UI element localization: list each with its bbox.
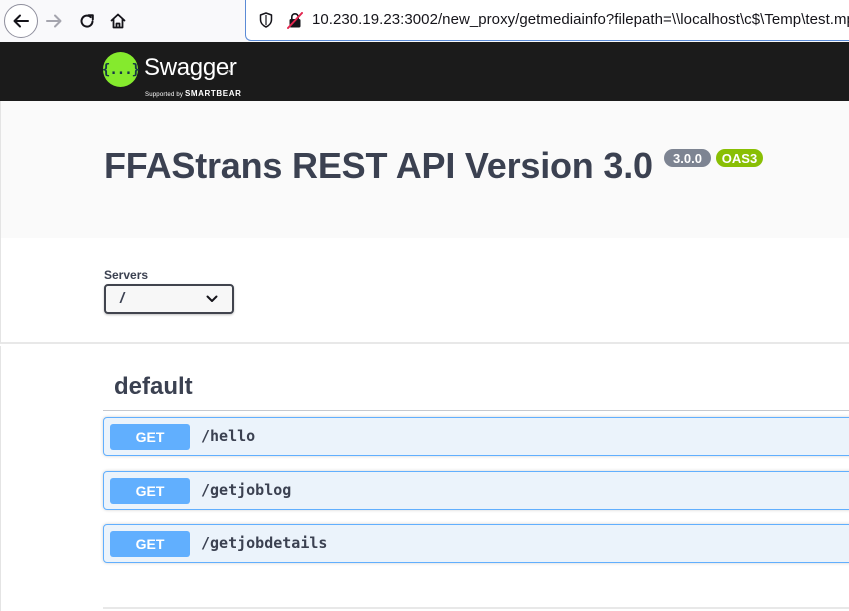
- method-badge: GET: [110, 424, 190, 450]
- reload-button[interactable]: [70, 4, 104, 38]
- tag-divider: [103, 410, 849, 411]
- arrow-left-icon: [13, 14, 29, 28]
- supported-by-text: Supported by SMARTBEAR: [145, 89, 242, 98]
- oas-badge: OAS3: [716, 149, 763, 167]
- swagger-logo-icon[interactable]: {...}: [102, 52, 140, 87]
- reload-icon: [80, 14, 94, 28]
- home-icon: [110, 13, 126, 29]
- api-title: FFAStrans REST API Version 3.0: [104, 145, 653, 186]
- home-button[interactable]: [101, 4, 135, 38]
- insecure-lock-icon[interactable]: [287, 12, 303, 29]
- back-button[interactable]: [4, 4, 38, 38]
- opblock-get-getjobdetails[interactable]: GET /getjobdetails: [103, 524, 849, 563]
- servers-label: Servers: [104, 268, 149, 282]
- method-badge: GET: [110, 531, 190, 557]
- server-selected-value: /: [120, 290, 125, 307]
- version-badge: 3.0.0: [664, 149, 711, 167]
- api-info: FFAStrans REST API Version 3.0 3.0.0 OAS…: [0, 101, 849, 238]
- forward-button[interactable]: [37, 4, 71, 38]
- operation-path: /getjoblog: [201, 481, 292, 499]
- servers-select[interactable]: /: [104, 284, 234, 314]
- browser-toolbar: 10.230.19.23:3002/new_proxy/getmediainfo…: [0, 0, 849, 42]
- swagger-topbar: {...} Swagger ™ Supported by SMARTBEAR: [0, 42, 849, 101]
- operation-path: /hello: [201, 427, 256, 445]
- method-badge: GET: [110, 478, 190, 504]
- operations-section: default GET /hello GET /getjoblog GET /g…: [0, 346, 849, 611]
- trademark-mark: ™: [226, 70, 232, 76]
- swagger-logo-text[interactable]: Swagger: [144, 54, 237, 82]
- section-divider: [103, 607, 849, 609]
- opblock-get-getjoblog[interactable]: GET /getjoblog: [103, 471, 849, 510]
- servers-section: Servers /: [0, 238, 849, 344]
- shield-icon[interactable]: [259, 12, 273, 28]
- tag-title-default[interactable]: default: [114, 373, 193, 401]
- url-text[interactable]: 10.230.19.23:3002/new_proxy/getmediainfo…: [312, 11, 849, 28]
- operation-path: /getjobdetails: [201, 534, 328, 552]
- arrow-right-icon: [46, 14, 62, 28]
- opblock-get-hello[interactable]: GET /hello: [103, 417, 849, 456]
- url-bar[interactable]: 10.230.19.23:3002/new_proxy/getmediainfo…: [245, 0, 849, 41]
- chevron-down-icon: [206, 295, 218, 302]
